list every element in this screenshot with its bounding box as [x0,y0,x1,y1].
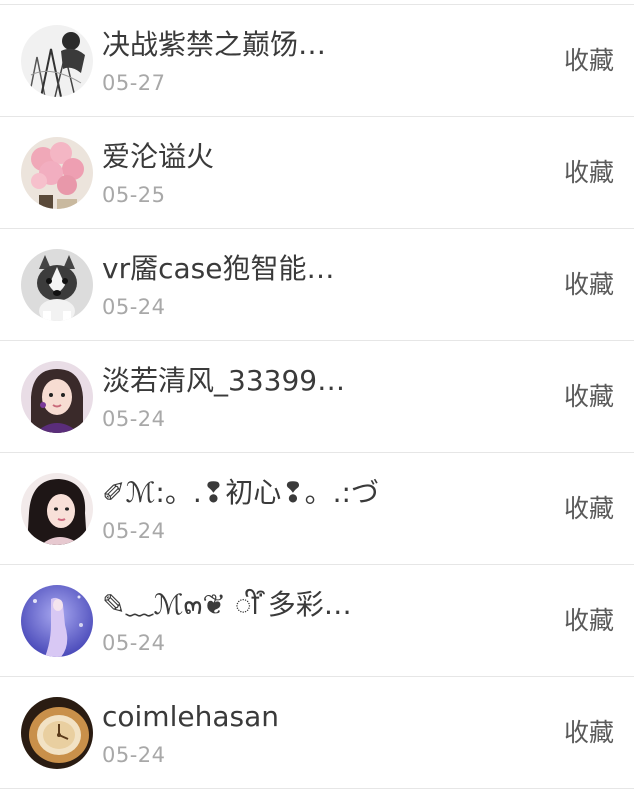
avatar[interactable] [21,25,93,97]
blue-fantasy-avatar-icon [21,585,93,657]
user-name[interactable]: vr靥case狍智能… [102,251,334,287]
avatar[interactable] [21,697,93,769]
husky-dog-avatar-icon [21,249,93,321]
golden-watch-avatar-icon [21,697,93,769]
sketch-portrait-avatar-icon [21,25,93,97]
date-label: 05-24 [102,743,166,767]
favorite-button[interactable]: 收藏 [564,381,614,413]
list-item[interactable]: 淡若清风_33399… 05-24 收藏 [0,341,634,453]
favorite-button[interactable]: 收藏 [564,493,614,525]
list-item[interactable]: 爱沦谥火 05-25 收藏 [0,117,634,229]
user-name[interactable]: 决战紫禁之巅饧… [102,27,326,63]
favorite-button[interactable]: 收藏 [564,45,614,77]
date-label: 05-24 [102,519,166,543]
date-label: 05-25 [102,183,166,207]
pink-balloons-avatar-icon [21,137,93,209]
list-item[interactable]: ✎﹏ℳ๓❦ ी ͒多彩… 05-24 收藏 [0,565,634,677]
list-item[interactable]: 决战紫禁之巅饧… 05-27 收藏 [0,5,634,117]
user-name[interactable]: 爱沦谥火 [102,139,214,175]
user-name[interactable]: ✎﹏ℳ๓❦ ी ͒多彩… [102,587,352,623]
user-name[interactable]: 淡若清风_33399… [102,363,345,399]
favorite-button[interactable]: 收藏 [564,269,614,301]
favorite-button[interactable]: 收藏 [564,605,614,637]
list-item[interactable]: vr靥case狍智能… 05-24 收藏 [0,229,634,341]
avatar[interactable] [21,137,93,209]
favorite-button[interactable]: 收藏 [564,717,614,749]
favorites-screen: 决战紫禁之巅饧… 05-27 收藏 爱沦谥火 05-25 收藏 vr靥case狍… [0,0,640,795]
avatar[interactable] [21,585,93,657]
user-name[interactable]: coimlehasan [102,699,279,735]
date-label: 05-27 [102,71,166,95]
date-label: 05-24 [102,631,166,655]
user-name[interactable]: ✐ℳ:。.❢初心❢。.:づ [102,475,379,511]
favorite-button[interactable]: 收藏 [564,157,614,189]
girl-dark-hair-avatar-icon [21,473,93,545]
user-list: 决战紫禁之巅饧… 05-27 收藏 爱沦谥火 05-25 收藏 vr靥case狍… [0,5,634,789]
list-item[interactable]: ✐ℳ:。.❢初心❢。.:づ 05-24 收藏 [0,453,634,565]
girl-purple-avatar-icon [21,361,93,433]
avatar[interactable] [21,473,93,545]
date-label: 05-24 [102,295,166,319]
avatar[interactable] [21,249,93,321]
date-label: 05-24 [102,407,166,431]
list-item[interactable]: coimlehasan 05-24 收藏 [0,677,634,789]
avatar[interactable] [21,361,93,433]
